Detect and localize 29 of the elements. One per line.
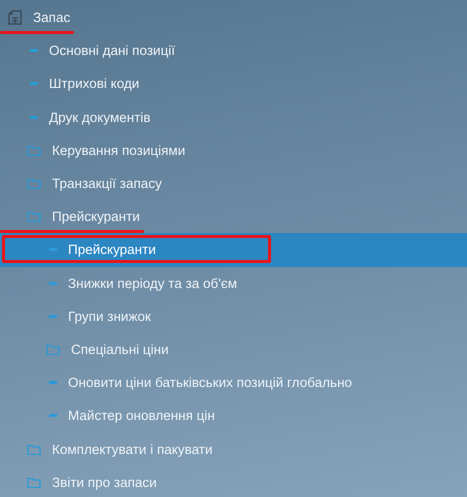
tree-item[interactable]: Керування позиціями <box>0 134 467 167</box>
folder-icon <box>27 444 41 455</box>
document-icon <box>8 10 22 26</box>
tree-item[interactable]: Комплектувати і пакувати <box>0 432 467 466</box>
dash-icon <box>49 381 57 384</box>
dash-icon <box>30 82 38 86</box>
tree-item[interactable]: Основні дані позиції <box>0 34 467 68</box>
tree-item[interactable]: Знижки періоду та за об'єм <box>0 266 467 300</box>
dash-icon <box>49 314 57 318</box>
tree-item[interactable]: Штрихові коди <box>0 67 467 101</box>
tree-item[interactable]: Транзакції запасу <box>0 166 467 200</box>
tree-item[interactable]: Прейскуранти <box>0 233 467 266</box>
dash-icon <box>30 116 38 119</box>
folder-icon <box>27 476 41 488</box>
folder-icon <box>27 144 41 156</box>
folder-icon <box>27 211 41 222</box>
folder-icon <box>27 178 41 190</box>
tree-item[interactable]: Групи знижок <box>0 300 467 333</box>
dash-icon <box>49 414 57 418</box>
tree-item[interactable]: Друк документів <box>0 100 467 134</box>
tree-item[interactable]: Звіти про запаси <box>0 466 467 497</box>
folder-icon <box>46 344 60 355</box>
tree-item[interactable]: Запас <box>0 1 467 34</box>
dash-icon <box>49 282 57 285</box>
tree-item[interactable]: Майстер оновлення цін <box>0 399 467 432</box>
dash-icon <box>30 49 38 52</box>
tree-item[interactable]: Прейскуранти <box>0 200 467 234</box>
tree-item[interactable]: Оновити ціни батьківських позицій глобально <box>0 366 467 400</box>
tree-item[interactable]: Спеціальні ціни <box>0 332 467 366</box>
